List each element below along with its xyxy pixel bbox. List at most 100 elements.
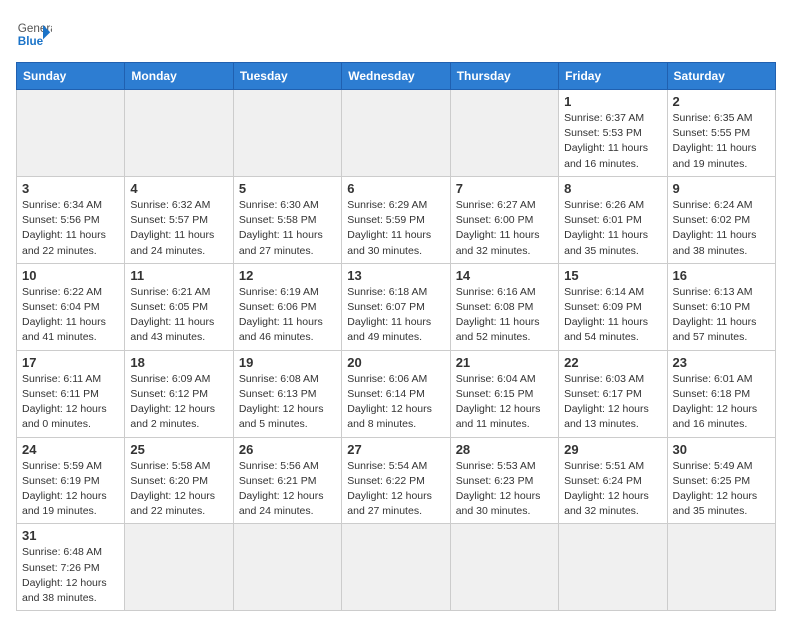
- calendar-cell: 11 Sunrise: 6:21 AM Sunset: 6:05 PM Dayli…: [125, 263, 233, 350]
- calendar-cell: 10 Sunrise: 6:22 AM Sunset: 6:04 PM Dayli…: [17, 263, 125, 350]
- day-number: 7: [456, 181, 553, 196]
- calendar-cell: 14 Sunrise: 6:16 AM Sunset: 6:08 PM Dayli…: [450, 263, 558, 350]
- weekday-header-monday: Monday: [125, 63, 233, 90]
- day-number: 16: [673, 268, 770, 283]
- day-info: Sunrise: 6:04 AM Sunset: 6:15 PM Dayligh…: [456, 372, 553, 433]
- calendar-cell: [450, 524, 558, 611]
- day-number: 12: [239, 268, 336, 283]
- day-number: 27: [347, 442, 444, 457]
- day-info: Sunrise: 6:24 AM Sunset: 6:02 PM Dayligh…: [673, 198, 770, 259]
- calendar-cell: [450, 90, 558, 177]
- weekday-header-tuesday: Tuesday: [233, 63, 341, 90]
- day-number: 6: [347, 181, 444, 196]
- day-number: 9: [673, 181, 770, 196]
- day-info: Sunrise: 6:29 AM Sunset: 5:59 PM Dayligh…: [347, 198, 444, 259]
- day-info: Sunrise: 6:03 AM Sunset: 6:17 PM Dayligh…: [564, 372, 661, 433]
- header: General Blue: [16, 16, 776, 52]
- day-number: 18: [130, 355, 227, 370]
- calendar-cell: 23 Sunrise: 6:01 AM Sunset: 6:18 PM Dayli…: [667, 350, 775, 437]
- day-info: Sunrise: 6:35 AM Sunset: 5:55 PM Dayligh…: [673, 111, 770, 172]
- day-info: Sunrise: 6:26 AM Sunset: 6:01 PM Dayligh…: [564, 198, 661, 259]
- day-number: 8: [564, 181, 661, 196]
- day-number: 15: [564, 268, 661, 283]
- calendar-cell: 1Sunrise: 6:37 AM Sunset: 5:53 PM Daylig…: [559, 90, 667, 177]
- day-number: 26: [239, 442, 336, 457]
- week-row-5: 31Sunrise: 6:48 AM Sunset: 7:26 PM Dayli…: [17, 524, 776, 611]
- day-info: Sunrise: 6:01 AM Sunset: 6:18 PM Dayligh…: [673, 372, 770, 433]
- calendar: SundayMondayTuesdayWednesdayThursdayFrid…: [16, 62, 776, 611]
- calendar-cell: [559, 524, 667, 611]
- day-number: 17: [22, 355, 119, 370]
- day-info: Sunrise: 6:08 AM Sunset: 6:13 PM Dayligh…: [239, 372, 336, 433]
- day-info: Sunrise: 6:34 AM Sunset: 5:56 PM Dayligh…: [22, 198, 119, 259]
- calendar-cell: 16 Sunrise: 6:13 AM Sunset: 6:10 PM Dayli…: [667, 263, 775, 350]
- day-number: 25: [130, 442, 227, 457]
- calendar-cell: 29Sunrise: 5:51 AM Sunset: 6:24 PM Dayli…: [559, 437, 667, 524]
- week-row-0: 1Sunrise: 6:37 AM Sunset: 5:53 PM Daylig…: [17, 90, 776, 177]
- calendar-cell: 5Sunrise: 6:30 AM Sunset: 5:58 PM Daylig…: [233, 176, 341, 263]
- calendar-cell: 13Sunrise: 6:18 AM Sunset: 6:07 PM Dayli…: [342, 263, 450, 350]
- calendar-cell: [17, 90, 125, 177]
- calendar-cell: 2 Sunrise: 6:35 AM Sunset: 5:55 PM Daylig…: [667, 90, 775, 177]
- calendar-cell: 31Sunrise: 6:48 AM Sunset: 7:26 PM Dayli…: [17, 524, 125, 611]
- day-info: Sunrise: 5:58 AM Sunset: 6:20 PM Dayligh…: [130, 459, 227, 520]
- calendar-cell: [233, 524, 341, 611]
- calendar-cell: [342, 90, 450, 177]
- day-number: 4: [130, 181, 227, 196]
- day-info: Sunrise: 6:21 AM Sunset: 6:05 PM Dayligh…: [130, 285, 227, 346]
- week-row-2: 10 Sunrise: 6:22 AM Sunset: 6:04 PM Dayli…: [17, 263, 776, 350]
- day-number: 24: [22, 442, 119, 457]
- calendar-cell: [667, 524, 775, 611]
- day-info: Sunrise: 6:11 AM Sunset: 6:11 PM Dayligh…: [22, 372, 119, 433]
- day-info: Sunrise: 6:37 AM Sunset: 5:53 PM Dayligh…: [564, 111, 661, 172]
- logo-icon: General Blue: [16, 16, 52, 52]
- calendar-cell: 19Sunrise: 6:08 AM Sunset: 6:13 PM Dayli…: [233, 350, 341, 437]
- day-info: Sunrise: 6:14 AM Sunset: 6:09 PM Dayligh…: [564, 285, 661, 346]
- day-number: 5: [239, 181, 336, 196]
- weekday-header-row: SundayMondayTuesdayWednesdayThursdayFrid…: [17, 63, 776, 90]
- weekday-header-sunday: Sunday: [17, 63, 125, 90]
- calendar-cell: 6 Sunrise: 6:29 AM Sunset: 5:59 PM Daylig…: [342, 176, 450, 263]
- calendar-cell: [125, 90, 233, 177]
- day-info: Sunrise: 6:22 AM Sunset: 6:04 PM Dayligh…: [22, 285, 119, 346]
- week-row-3: 17 Sunrise: 6:11 AM Sunset: 6:11 PM Dayli…: [17, 350, 776, 437]
- day-number: 31: [22, 528, 119, 543]
- day-number: 11: [130, 268, 227, 283]
- day-info: Sunrise: 6:19 AM Sunset: 6:06 PM Dayligh…: [239, 285, 336, 346]
- day-info: Sunrise: 5:56 AM Sunset: 6:21 PM Dayligh…: [239, 459, 336, 520]
- day-number: 14: [456, 268, 553, 283]
- calendar-cell: 27Sunrise: 5:54 AM Sunset: 6:22 PM Dayli…: [342, 437, 450, 524]
- day-number: 30: [673, 442, 770, 457]
- day-info: Sunrise: 6:13 AM Sunset: 6:10 PM Dayligh…: [673, 285, 770, 346]
- calendar-cell: 30Sunrise: 5:49 AM Sunset: 6:25 PM Dayli…: [667, 437, 775, 524]
- calendar-cell: 7 Sunrise: 6:27 AM Sunset: 6:00 PM Daylig…: [450, 176, 558, 263]
- day-info: Sunrise: 6:32 AM Sunset: 5:57 PM Dayligh…: [130, 198, 227, 259]
- calendar-cell: 9 Sunrise: 6:24 AM Sunset: 6:02 PM Daylig…: [667, 176, 775, 263]
- day-number: 29: [564, 442, 661, 457]
- weekday-header-thursday: Thursday: [450, 63, 558, 90]
- calendar-cell: 25 Sunrise: 5:58 AM Sunset: 6:20 PM Dayli…: [125, 437, 233, 524]
- calendar-cell: 3 Sunrise: 6:34 AM Sunset: 5:56 PM Daylig…: [17, 176, 125, 263]
- calendar-cell: 17 Sunrise: 6:11 AM Sunset: 6:11 PM Dayli…: [17, 350, 125, 437]
- calendar-cell: 20Sunrise: 6:06 AM Sunset: 6:14 PM Dayli…: [342, 350, 450, 437]
- logo: General Blue: [16, 16, 52, 52]
- day-number: 28: [456, 442, 553, 457]
- day-info: Sunrise: 6:16 AM Sunset: 6:08 PM Dayligh…: [456, 285, 553, 346]
- day-info: Sunrise: 6:09 AM Sunset: 6:12 PM Dayligh…: [130, 372, 227, 433]
- calendar-cell: 24 Sunrise: 5:59 AM Sunset: 6:19 PM Dayli…: [17, 437, 125, 524]
- day-number: 22: [564, 355, 661, 370]
- week-row-4: 24 Sunrise: 5:59 AM Sunset: 6:19 PM Dayli…: [17, 437, 776, 524]
- day-number: 21: [456, 355, 553, 370]
- day-info: Sunrise: 5:59 AM Sunset: 6:19 PM Dayligh…: [22, 459, 119, 520]
- weekday-header-wednesday: Wednesday: [342, 63, 450, 90]
- week-row-1: 3 Sunrise: 6:34 AM Sunset: 5:56 PM Daylig…: [17, 176, 776, 263]
- day-number: 23: [673, 355, 770, 370]
- day-number: 10: [22, 268, 119, 283]
- day-number: 2: [673, 94, 770, 109]
- svg-text:Blue: Blue: [18, 35, 44, 48]
- day-number: 3: [22, 181, 119, 196]
- calendar-cell: 22 Sunrise: 6:03 AM Sunset: 6:17 PM Dayli…: [559, 350, 667, 437]
- calendar-cell: [342, 524, 450, 611]
- calendar-cell: 28Sunrise: 5:53 AM Sunset: 6:23 PM Dayli…: [450, 437, 558, 524]
- day-info: Sunrise: 6:27 AM Sunset: 6:00 PM Dayligh…: [456, 198, 553, 259]
